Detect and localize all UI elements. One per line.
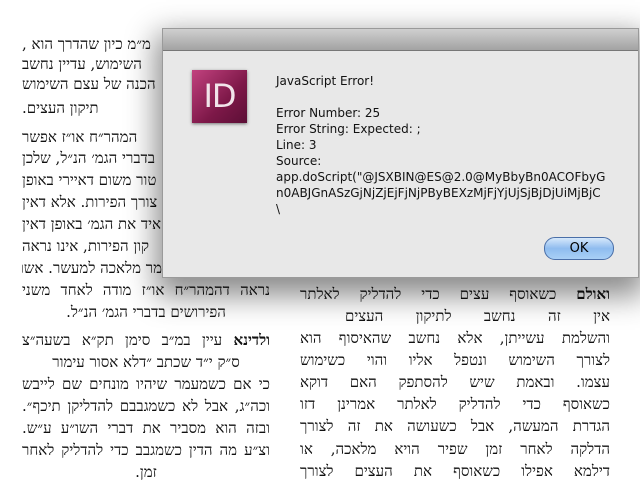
text-line: ס״ק י״ד שכתב ״דלא אסור עימור xyxy=(52,353,240,371)
text-line: הדלקה לאחר זמן שפיר הויא מלאכה, או xyxy=(300,440,610,458)
text-line: הגדרת המעשה, אבל כשעושה את זה לצורך xyxy=(300,417,610,435)
text-line: כי אם כשמעמר שיהיו מונחים שם לייבש xyxy=(22,375,270,393)
text-span: כשאוסף עצים כדי להדליק לאלתר xyxy=(300,285,557,303)
text-line: לצורך השימוש ונטפל אליו והוי כשימוש xyxy=(300,351,610,369)
indesign-app-icon: ID xyxy=(192,70,247,123)
text-line: איד את הגמ׳ באופן דאין xyxy=(22,215,162,233)
text-line: ובזה הוא מסביר את דברי השו״ע ע״ש. xyxy=(22,419,270,437)
text-line: כשאוסף כדי להדליק לאלתר אמרינן דזו xyxy=(300,395,610,413)
source-label: Source: xyxy=(276,154,322,168)
text-line: קון הפירות, אינו נראה xyxy=(22,237,150,255)
source-line: \ xyxy=(276,202,281,216)
text-line: נראה דהמהר״ח או״ז מודה לאחד משני xyxy=(22,281,270,299)
text-line: הכנה של עצם השימוש xyxy=(22,75,156,93)
error-title: JavaScript Error! xyxy=(276,74,375,88)
text-line: הפירושים בדברי הגמ׳ הנ״ל. xyxy=(66,303,226,321)
error-string: Error String: Expected: ; xyxy=(276,122,421,136)
text-line: וכה״ג, אבל לא כשמגבבם להדליקן תיכף״. xyxy=(22,397,270,415)
text-line: מר מלאכה למעשר. אשר xyxy=(22,259,162,277)
text-line: וצ״ע מה הדין כשמגבב כדי להדליק לאחר xyxy=(22,441,270,459)
error-message: JavaScript Error! Error Number: 25 Error S… xyxy=(276,73,605,217)
error-line: Line: 3 xyxy=(276,138,317,152)
text-line: השימוש, עדיין נחשב xyxy=(22,55,142,73)
text-line: ואולם כשאוסף עצים כדי להדליק לאלתר xyxy=(300,284,610,304)
text-line: זמן. xyxy=(135,463,157,481)
text-line: תיקון העצים. xyxy=(22,99,99,117)
ok-button[interactable]: OK xyxy=(544,237,614,260)
text-line: והשלמת עשייתן, אלא נחשב שהאיסוף הוא xyxy=(300,329,610,347)
source-line: n0ABJGnASzGjNjZjEjFjNjPByBEXzMjFjYjUjSjB… xyxy=(276,186,601,200)
dialog-title-bar[interactable] xyxy=(163,29,638,51)
text-line: דילמא אפילו כשאוסף את העצים לצורך xyxy=(300,462,610,480)
text-line: מ״מ כיון שהדרך הוא , xyxy=(22,35,151,53)
text-line: אין זה נחשב לתיקון העצים xyxy=(345,307,610,325)
text-line: עצמו. ובאמת שיש להסתפק האם דוקא xyxy=(300,373,610,391)
text-line: המהר״ח או״ז אפשר xyxy=(22,128,138,146)
source-line: app.doScript("@JSXBIN@ES@2.0@MyBbyBn0ACO… xyxy=(276,170,606,184)
text-line: טור משום דאיירי באופן xyxy=(22,171,157,189)
text-line: צורך הפירות. אלא דאין xyxy=(22,193,158,211)
text-span: עיין במ״ב סימן תק״א בשעה״צ xyxy=(22,331,223,349)
text-line: ולדינא עיין במ״ב סימן תק״א בשעה״צ xyxy=(22,330,270,350)
javascript-error-dialog: ID JavaScript Error! Error Number: 25 Erro… xyxy=(162,28,639,278)
bold-lead-word: ואולם xyxy=(576,285,610,303)
text-line: בדברי הגמ׳ הנ״ל, שלכן xyxy=(22,149,155,167)
bold-lead-word: ולדינא xyxy=(233,331,270,349)
error-number: Error Number: 25 xyxy=(276,106,381,120)
